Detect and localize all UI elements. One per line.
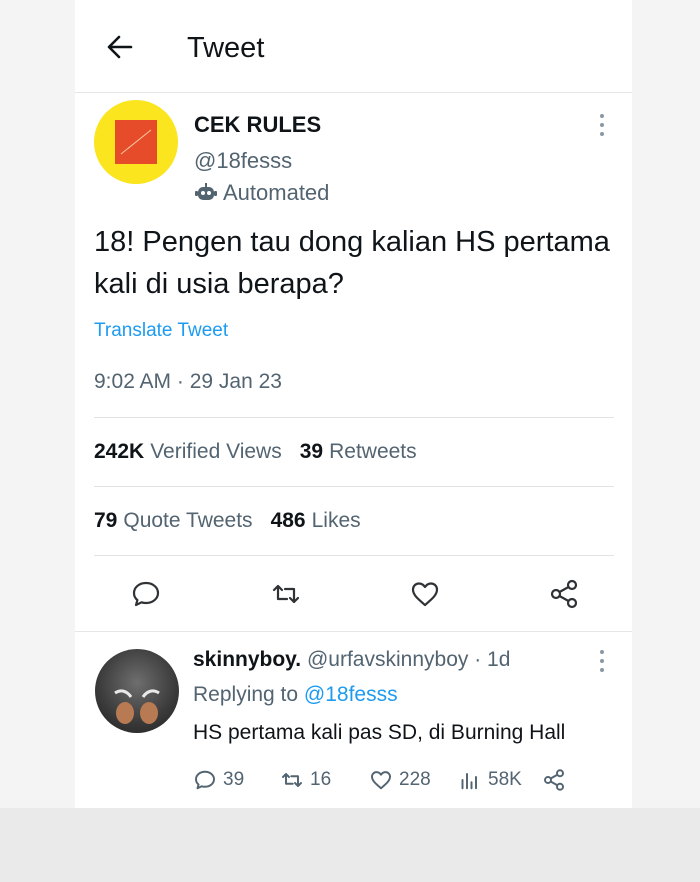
avatar-photo	[114, 689, 160, 724]
author-handle[interactable]: @18fesss	[194, 148, 292, 174]
screenshot-stage: Tweet CEK RULES @18fesss Automated 18! P…	[0, 0, 700, 882]
retweet-count: 16	[310, 769, 332, 790]
quotes-label[interactable]: Quote Tweets	[123, 509, 252, 532]
quotes-count: 79	[94, 509, 118, 532]
bot-icon	[195, 183, 217, 200]
divider	[94, 486, 614, 487]
views-label[interactable]: Verified Views	[150, 440, 282, 463]
top-bar: Tweet	[75, 0, 632, 93]
replying-to-label: Replying to	[193, 683, 299, 706]
retweet-icon	[282, 773, 302, 787]
reply-text: HS pertama kali pas SD, di Burning Hall	[193, 721, 566, 744]
views-count: 242K	[94, 440, 145, 463]
tweet-timestamp: 9:02 AM · 29 Jan 23	[94, 370, 282, 393]
stats-row-quotes: 79 Quote Tweets 486 Likes	[94, 509, 614, 533]
page-title: Tweet	[187, 32, 265, 64]
reply-reply-button[interactable]: 39	[193, 766, 244, 794]
avatar[interactable]	[94, 100, 178, 184]
like-icon	[371, 771, 391, 790]
avatar[interactable]	[95, 649, 179, 733]
divider	[94, 417, 614, 418]
reply-handle-time: @urfavskinnyboy · 1d	[306, 648, 511, 671]
reply-share-button[interactable]	[542, 766, 572, 794]
reply-retweet-button[interactable]: 16	[280, 766, 331, 794]
reply-icon[interactable]	[130, 578, 162, 610]
retweets-label[interactable]: Retweets	[329, 440, 417, 463]
likes-label[interactable]: Likes	[312, 509, 361, 532]
bottom-margin	[0, 808, 700, 882]
arrow-left-icon[interactable]	[103, 30, 137, 64]
like-icon[interactable]	[409, 578, 441, 610]
view-count: 58K	[488, 769, 522, 790]
tweet-detail-screen: Tweet CEK RULES @18fesss Automated 18! P…	[75, 0, 632, 808]
views-icon	[461, 773, 477, 790]
reply-header: skinnyboy. @urfavskinnyboy · 1d	[193, 648, 510, 672]
reply-like-button[interactable]: 228	[369, 766, 431, 794]
tweet-text: 18! Pengen tau dong kalian HS pertama ka…	[94, 226, 610, 300]
replying-to: Replying to @18fesss	[193, 683, 398, 707]
translate-tweet-link[interactable]: Translate Tweet	[94, 320, 228, 342]
reply-author-name[interactable]: skinnyboy.	[193, 648, 301, 671]
automated-label: Automated	[223, 180, 330, 205]
author-name[interactable]: CEK RULES	[194, 112, 321, 138]
like-count: 228	[399, 769, 431, 790]
reply-icon	[195, 770, 215, 790]
retweets-count: 39	[299, 440, 324, 463]
divider	[94, 555, 614, 556]
reply-count: 39	[223, 769, 245, 790]
avatar-logo	[115, 120, 157, 164]
share-icon	[544, 769, 564, 791]
likes-count: 486	[270, 509, 306, 532]
replying-to-mention[interactable]: @18fesss	[304, 683, 398, 706]
share-icon[interactable]	[548, 578, 580, 610]
stats-row-views: 242K Verified Views 39 Retweets	[94, 440, 614, 464]
more-options-icon[interactable]	[595, 112, 609, 138]
reply-views-button[interactable]: 58K	[458, 766, 522, 794]
more-options-icon[interactable]	[595, 648, 609, 674]
retweet-icon[interactable]	[270, 578, 302, 610]
divider	[75, 631, 632, 632]
